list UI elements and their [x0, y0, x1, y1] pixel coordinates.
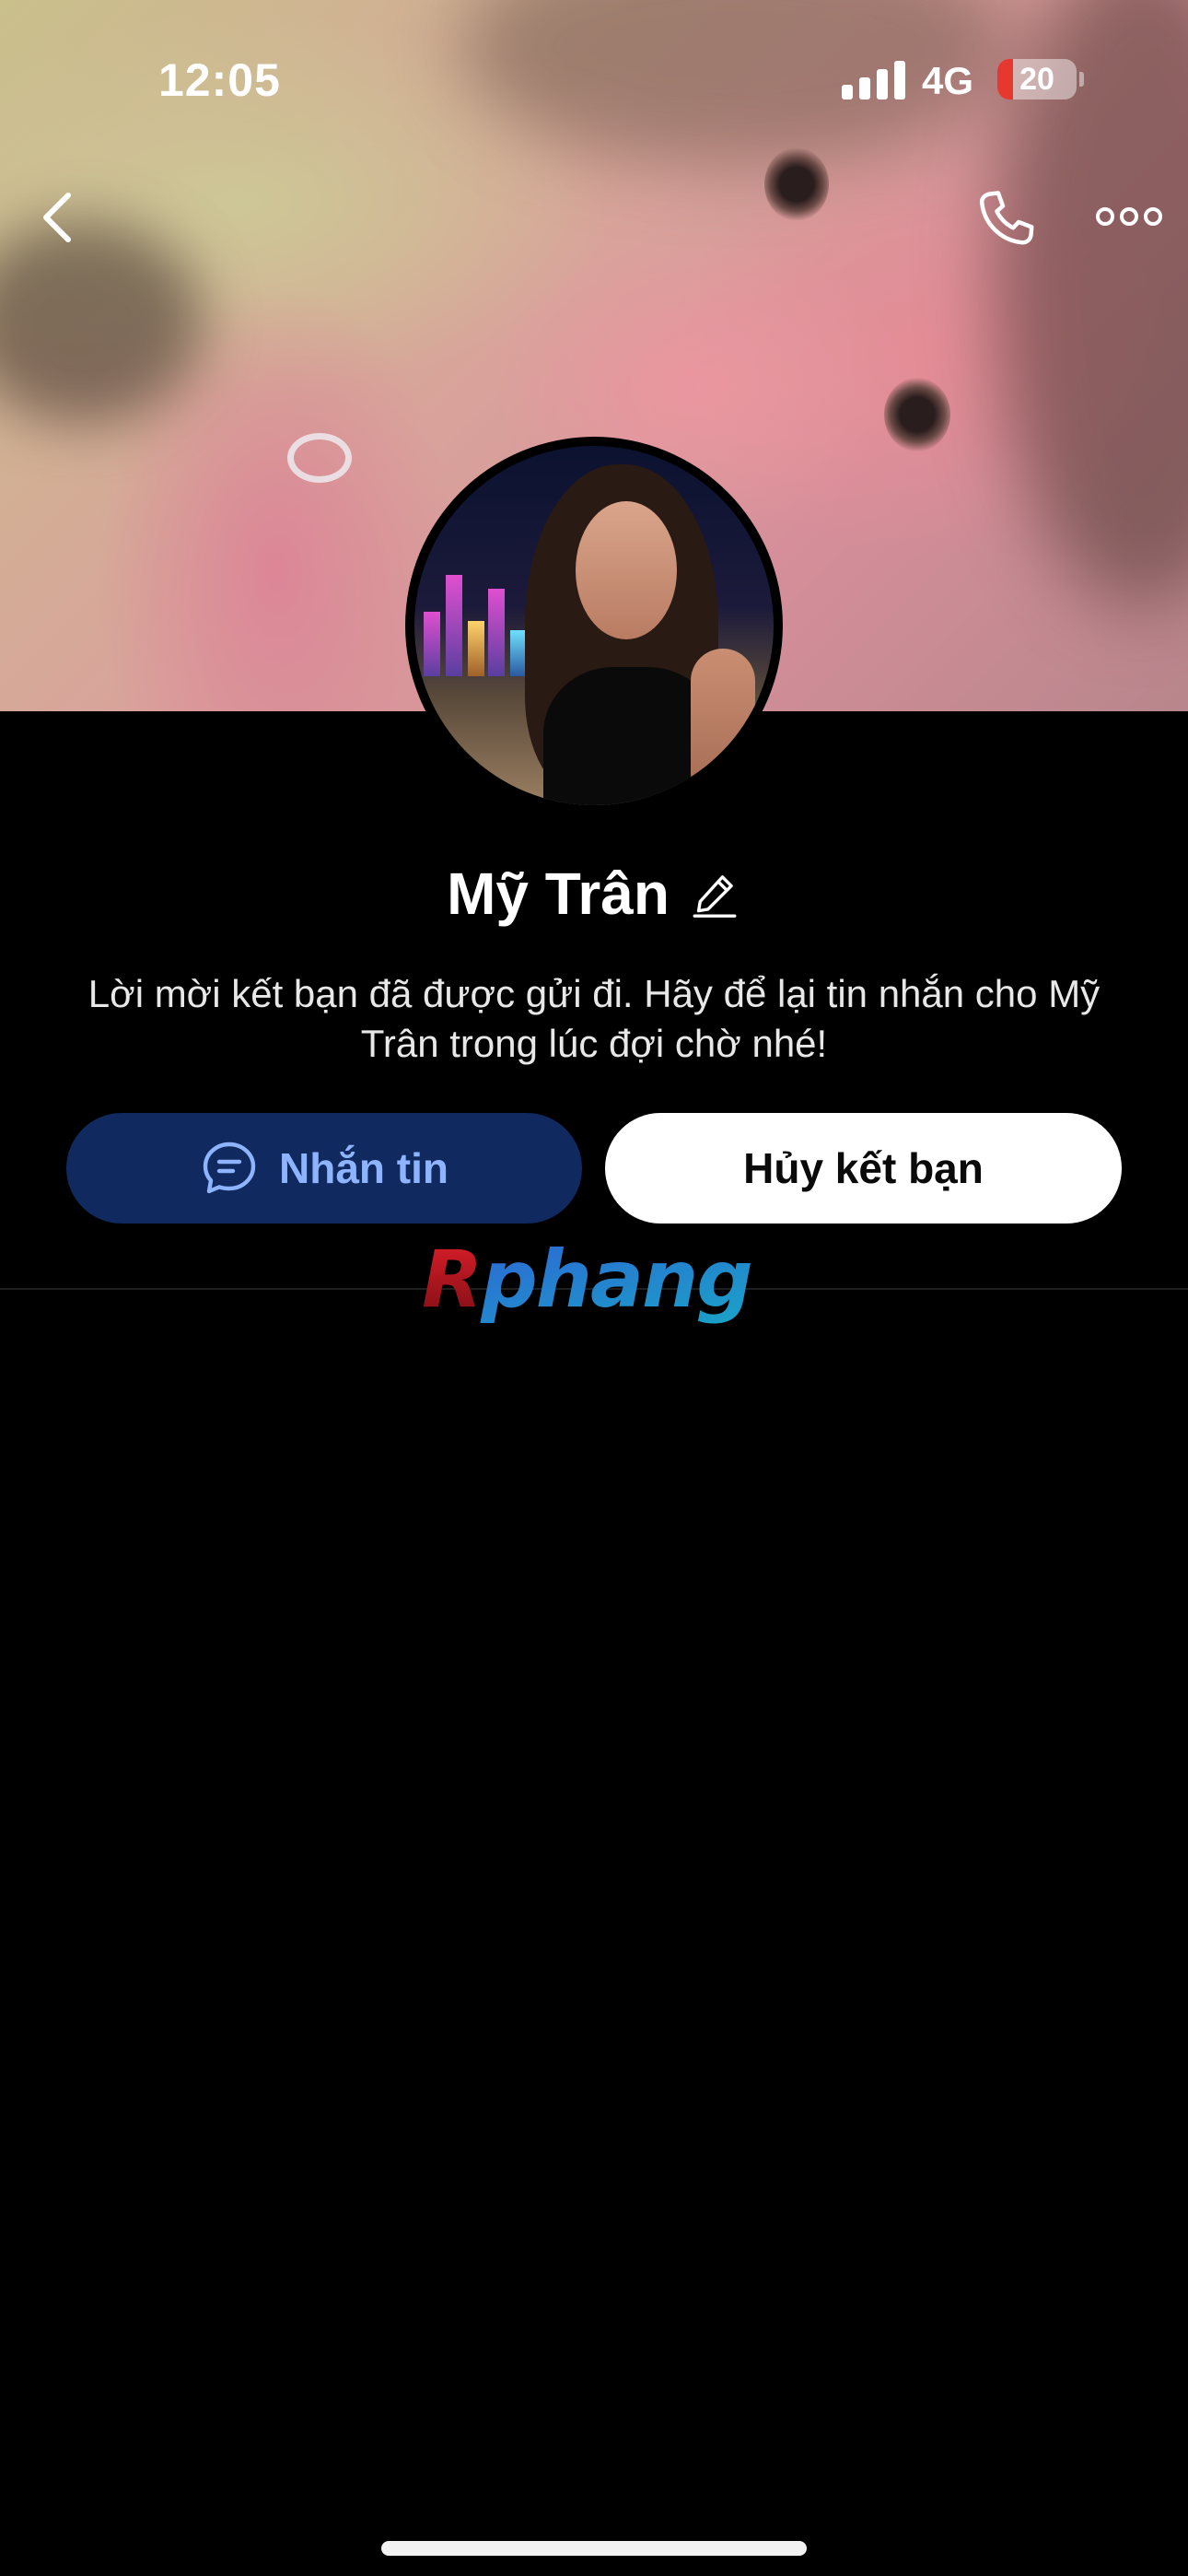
profile-name: Mỹ Trân [447, 861, 670, 927]
chat-bubble-icon [203, 1142, 256, 1194]
friend-request-message: Lời mời kết bạn đã được gửi đi. Hãy để l… [87, 972, 1101, 1065]
avatar-photo-detail [691, 649, 755, 805]
battery-level: 20 [1019, 62, 1054, 97]
phone-icon [979, 191, 1034, 245]
cancel-friend-request-label: Hủy kết bạn [743, 1144, 984, 1192]
battery-cap [1079, 72, 1084, 87]
profile-name-row: Mỹ Trân [0, 857, 1188, 931]
back-button[interactable] [33, 184, 88, 251]
watermark-text: Rphang [422, 1234, 751, 1326]
cover-photo-detail [0, 221, 203, 424]
cancel-friend-request-button[interactable]: Hủy kết bạn [605, 1113, 1122, 1224]
cover-photo-detail [884, 378, 950, 451]
profile-avatar[interactable] [405, 437, 783, 814]
chevron-left-icon [43, 193, 71, 242]
watermark-logo: Rphang [422, 1234, 753, 1326]
more-horizontal-icon [1096, 207, 1162, 226]
battery-icon: 20 [997, 59, 1077, 100]
pencil-icon[interactable] [688, 867, 741, 920]
more-options-button[interactable] [1094, 193, 1164, 240]
home-indicator[interactable] [381, 2541, 807, 2556]
status-bar: 12:05 4G 20 [0, 0, 1188, 157]
cover-photo-detail [287, 433, 352, 483]
avatar-photo [414, 446, 774, 805]
cellular-signal-icon [842, 59, 906, 100]
network-type: 4G [922, 59, 974, 102]
call-button[interactable] [973, 186, 1039, 252]
status-time: 12:05 [158, 54, 281, 106]
send-message-button[interactable]: Nhắn tin [66, 1113, 582, 1224]
cover-photo-detail [764, 147, 829, 221]
send-message-label: Nhắn tin [279, 1144, 448, 1192]
avatar-photo-detail [576, 501, 677, 639]
